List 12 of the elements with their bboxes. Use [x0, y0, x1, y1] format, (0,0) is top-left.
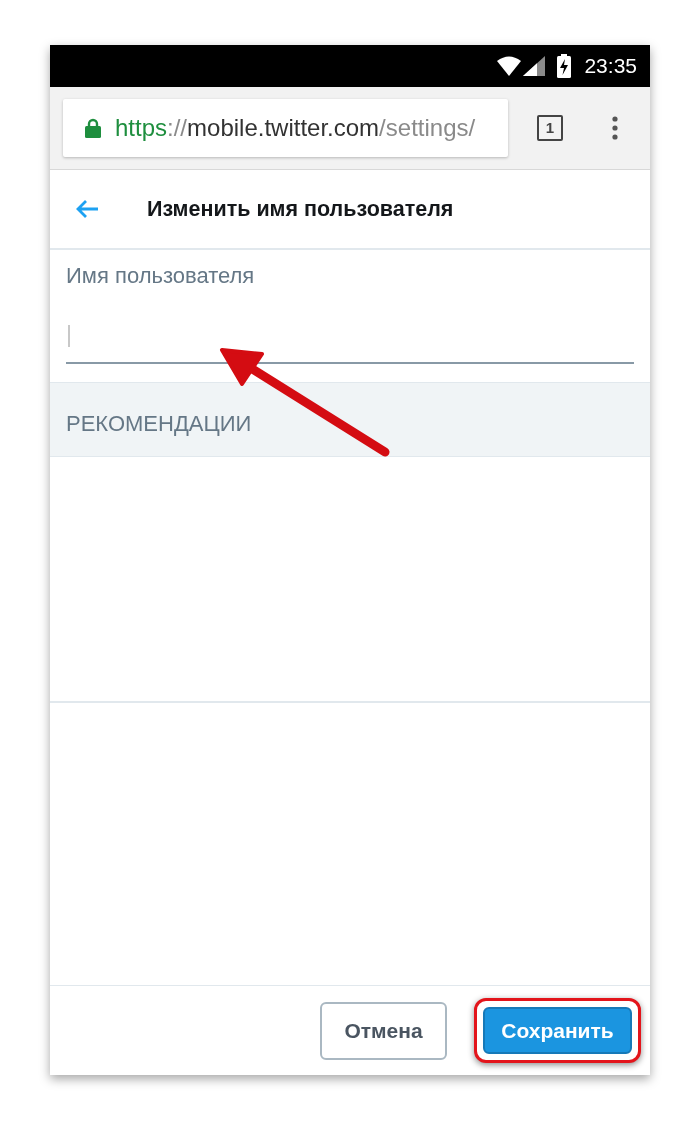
battery-charging-icon [557, 54, 572, 78]
url-text: https://mobile.twitter.com/settings/ [115, 113, 476, 143]
signal-icon [523, 56, 546, 76]
section-heading: РЕКОМЕНДАЦИИ [66, 410, 252, 438]
back-arrow-icon[interactable] [75, 199, 99, 219]
tab-count-button[interactable]: 1 [537, 115, 563, 141]
menu-icon[interactable] [612, 116, 618, 140]
page-title: Изменить имя пользователя [147, 195, 454, 223]
clock-time: 23:35 [584, 53, 637, 80]
cancel-button[interactable]: Отмена [320, 1001, 447, 1060]
field-label: Имя пользователя [66, 264, 256, 288]
address-bar[interactable]: https://mobile.twitter.com/settings/ [63, 99, 508, 157]
